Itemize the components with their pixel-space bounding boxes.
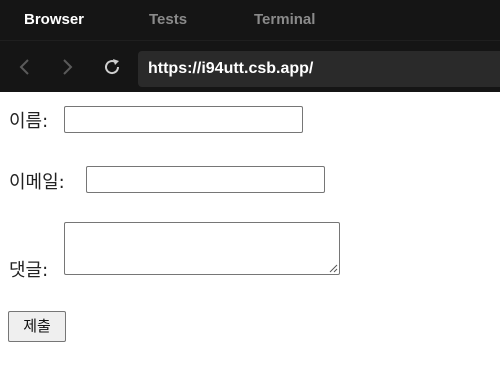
email-label: 이메일: <box>9 172 65 193</box>
browser-nav-bar: https://i94utt.csb.app/ <box>0 40 500 92</box>
reload-icon <box>105 59 120 75</box>
name-input[interactable] <box>64 106 303 133</box>
forward-button[interactable] <box>52 41 82 93</box>
email-input[interactable] <box>86 166 325 193</box>
address-url: https://i94utt.csb.app/ <box>148 60 314 77</box>
tab-tests[interactable]: Tests <box>149 0 187 40</box>
devtools-tab-bar: Browser Tests Terminal <box>0 0 500 40</box>
comment-textarea[interactable] <box>64 222 340 275</box>
chevron-right-icon <box>63 59 73 75</box>
back-button[interactable] <box>10 41 40 93</box>
reload-button[interactable] <box>97 41 127 93</box>
submit-button[interactable]: 제출 <box>8 311 66 342</box>
tab-browser[interactable]: Browser <box>24 0 84 40</box>
name-label: 이름: <box>9 111 49 132</box>
chevron-left-icon <box>19 59 29 75</box>
tab-terminal[interactable]: Terminal <box>254 0 315 40</box>
address-bar[interactable]: https://i94utt.csb.app/ <box>138 51 500 87</box>
resize-handle-icon[interactable] <box>329 264 338 273</box>
comment-label: 댓글: <box>9 260 49 281</box>
